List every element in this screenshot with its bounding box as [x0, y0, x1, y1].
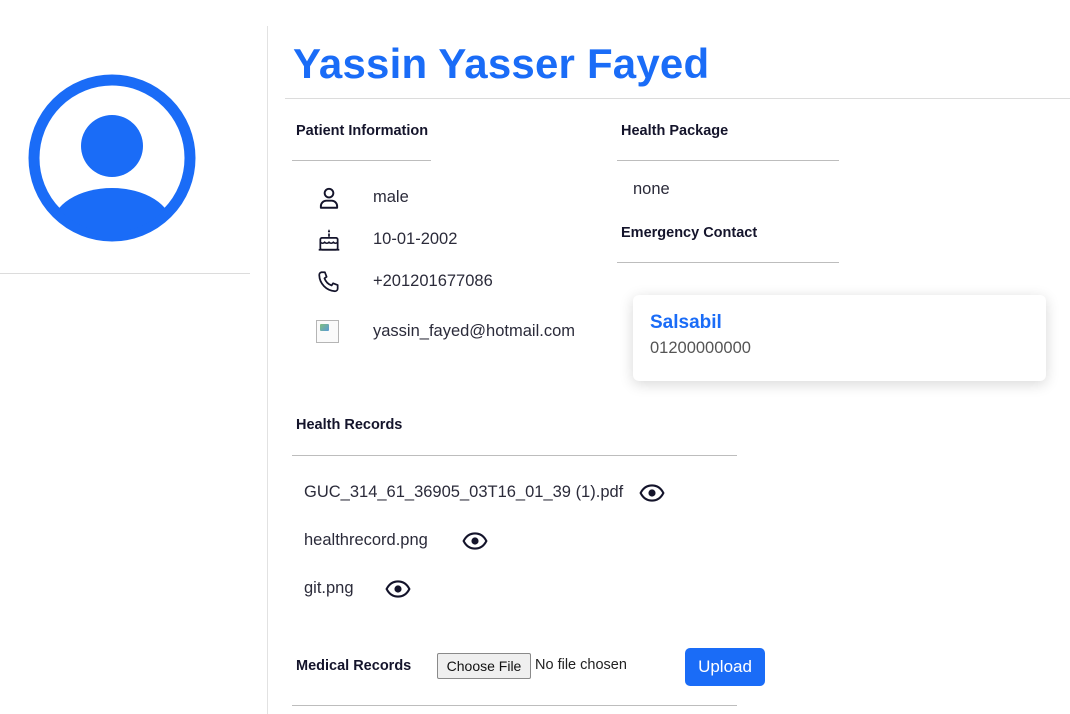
person-icon [319, 187, 339, 209]
emergency-contact-phone: 01200000000 [650, 339, 751, 357]
medical-records-divider [292, 705, 737, 706]
medical-records-heading: Medical Records [296, 658, 412, 674]
patient-info-divider [292, 160, 431, 161]
eye-icon[interactable] [639, 480, 665, 506]
emergency-contact-divider [617, 262, 839, 263]
record-name: git.png [304, 579, 354, 597]
user-avatar-icon [28, 74, 196, 242]
phone-value: +201201677086 [373, 272, 493, 290]
email-value: yassin_fayed@hotmail.com [373, 322, 576, 340]
patient-info-heading: Patient Information [296, 123, 429, 139]
no-file-chosen-label: No file chosen [535, 657, 627, 673]
title-divider [285, 98, 1070, 99]
eye-icon[interactable] [385, 576, 411, 602]
record-name: GUC_314_61_36905_03T16_01_39 (1).pdf [304, 483, 624, 501]
patient-name: Yassin Yasser Fayed [293, 40, 710, 87]
cake-icon [318, 229, 340, 251]
health-records-divider [292, 455, 737, 456]
health-records-heading: Health Records [296, 417, 403, 433]
emergency-contact-heading: Emergency Contact [621, 225, 758, 241]
emergency-contact-card: Salsabil 01200000000 [633, 295, 1046, 381]
record-name: healthrecord.png [304, 531, 428, 549]
phone-icon [318, 271, 339, 293]
dob-value: 10-01-2002 [373, 230, 458, 248]
eye-icon[interactable] [462, 528, 488, 554]
emergency-contact-name: Salsabil [650, 312, 722, 333]
choose-file-button[interactable]: Choose File [437, 653, 531, 679]
gender-value: male [373, 188, 409, 206]
health-package-heading: Health Package [621, 123, 729, 139]
health-package-divider [617, 160, 839, 161]
health-package-value: none [633, 180, 670, 198]
broken-image-icon [316, 320, 339, 343]
sidebar-divider [0, 273, 250, 274]
vertical-divider [267, 26, 268, 714]
upload-button[interactable]: Upload [685, 648, 765, 686]
